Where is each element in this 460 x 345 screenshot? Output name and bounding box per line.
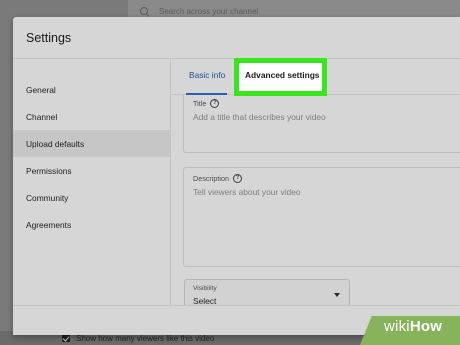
dialog-header: Settings [13,17,460,59]
settings-main-panel: Basic info Advanced settings Title ? Add… [172,58,460,309]
watermark-logo: wikiHow [384,318,442,335]
question-circle-icon[interactable]: ? [210,99,220,108]
description-placeholder: Tell viewers about your video [193,187,301,197]
watermark-how: How [409,318,443,335]
visibility-label: Visibility [193,285,217,292]
tab-advanced-settings[interactable]: Advanced settings [245,70,319,80]
settings-sidebar: General Channel Upload defaults Permissi… [13,59,171,305]
title-label-text: Title [193,99,207,108]
description-label-text: Description [193,174,229,183]
title-field[interactable]: Title ? Add a title that describes your … [183,95,460,153]
description-field-label: Description ? [193,174,242,183]
tab-basic-info[interactable]: Basic info [189,70,225,94]
sidebar-item-label: Agreements [26,219,72,230]
caret-down-icon [334,293,340,297]
sidebar-item-label: General [26,84,56,95]
checkbox-checked-icon [62,334,70,342]
sidebar-item-agreements[interactable]: Agreements [13,211,170,238]
search-icon [140,6,149,16]
tab-bar: Basic info Advanced settings [172,58,460,96]
title-placeholder: Add a title that describes your video [193,112,326,122]
watermark-wiki: wiki [384,318,410,335]
title-field-label: Title ? [193,99,220,108]
sidebar-item-label: Community [26,192,69,203]
dialog-body: General Channel Upload defaults Permissi… [13,58,460,309]
settings-dialog: Settings General Channel Upload defaults… [13,17,460,335]
sidebar-item-general[interactable]: General [13,76,170,103]
sidebar-item-community[interactable]: Community [13,184,170,211]
sidebar-item-permissions[interactable]: Permissions [13,157,170,184]
description-field[interactable]: Description ? Tell viewers about your vi… [183,167,460,267]
sidebar-item-upload-defaults[interactable]: Upload defaults [13,130,170,157]
dialog-title: Settings [26,30,72,45]
sidebar-item-label: Upload defaults [26,138,85,149]
question-circle-icon[interactable]: ? [232,174,242,183]
sidebar-item-label: Channel [26,111,58,122]
sidebar-item-label: Permissions [26,165,72,176]
background-search-placeholder: Search across your channel [159,6,259,16]
sidebar-item-channel[interactable]: Channel [13,103,170,130]
